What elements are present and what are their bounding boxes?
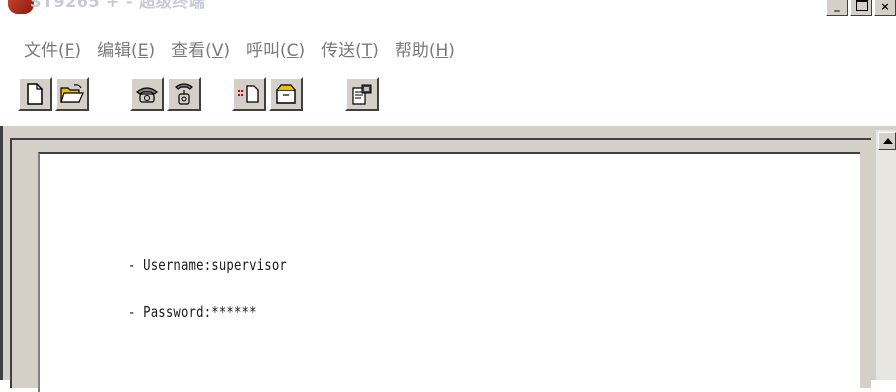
call-button[interactable]	[130, 77, 164, 111]
window-controls: _ ×	[826, 0, 896, 16]
terminal-line-username: - Username:supervisor	[128, 256, 287, 274]
receive-file-icon	[274, 83, 298, 105]
terminal-screen[interactable]: - Username:supervisor - Password:******	[38, 152, 860, 392]
menu-help[interactable]: 帮助(H)	[377, 36, 455, 61]
send-button[interactable]	[232, 77, 266, 111]
toolbar-group-transfer	[232, 77, 303, 111]
menu-call[interactable]: 呼叫(C)	[228, 36, 305, 61]
title-bar: ST9265 + - 超级终端 _ ×	[0, 0, 896, 28]
window-title: ST9265 + - 超级终端	[30, 0, 206, 11]
disconnect-button[interactable]	[167, 77, 201, 111]
menu-edit[interactable]: 编辑(E)	[79, 36, 155, 61]
properties-button[interactable]	[345, 77, 379, 111]
new-document-icon	[25, 83, 45, 105]
new-button[interactable]	[18, 77, 52, 111]
toolbar-group-properties	[345, 77, 379, 111]
disconnect-phone-icon	[173, 82, 195, 106]
close-icon: ×	[880, 0, 890, 13]
close-button[interactable]: ×	[874, 0, 896, 16]
vertical-scrollbar[interactable]	[876, 130, 896, 380]
open-folder-icon	[60, 84, 84, 104]
menu-view[interactable]: 查看(V)	[153, 36, 230, 61]
toolbar	[0, 68, 896, 126]
receive-button[interactable]	[269, 77, 303, 111]
maximize-icon	[856, 0, 868, 11]
send-file-icon	[237, 84, 261, 104]
toolbar-group-call	[130, 77, 201, 111]
menu-bar: 文件(F) 编辑(E) 查看(V) 呼叫(C) 传送(T) 帮助(H)	[0, 28, 896, 68]
properties-icon	[351, 83, 373, 105]
call-phone-icon	[135, 84, 159, 104]
window-left-border	[0, 126, 3, 380]
maximize-button[interactable]	[850, 0, 872, 16]
open-button[interactable]	[55, 77, 89, 111]
minimize-icon: _	[834, 0, 840, 12]
minimize-button[interactable]: _	[826, 0, 848, 16]
menu-file[interactable]: 文件(F)	[0, 36, 81, 61]
scroll-up-arrow-icon[interactable]	[878, 132, 896, 150]
terminal-line-password: - Password:******	[128, 303, 257, 321]
menu-transfer[interactable]: 传送(T)	[303, 36, 379, 61]
toolbar-group-file	[18, 77, 89, 111]
